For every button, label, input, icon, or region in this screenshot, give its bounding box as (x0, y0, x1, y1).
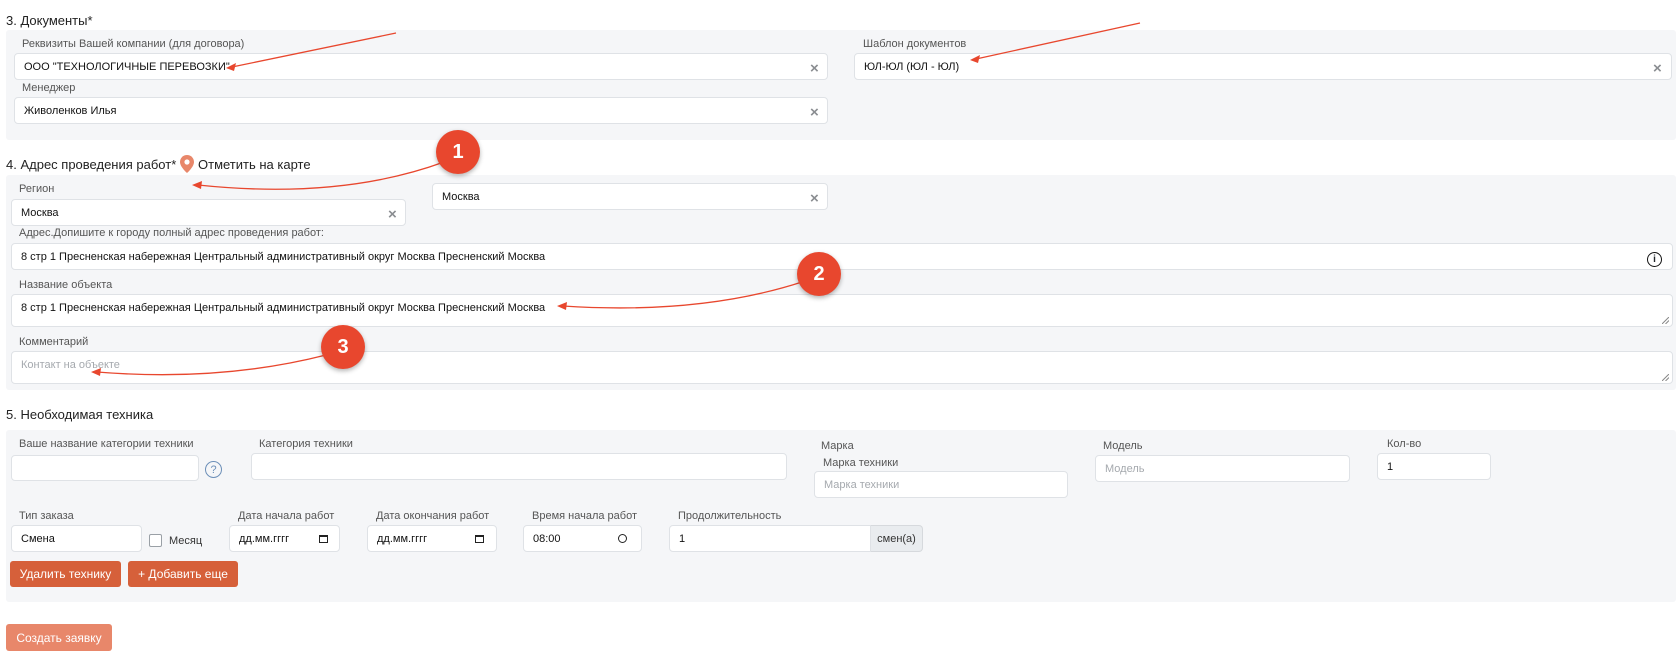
duration-unit: смен(а) (871, 525, 923, 552)
brand-sublabel: Марка техники (823, 457, 899, 469)
address-label: Адрес.Допишите к городу полный адрес про… (19, 227, 324, 239)
custom-category-field[interactable] (11, 455, 199, 481)
qty-label: Кол-во (1387, 438, 1422, 450)
delete-equipment-button[interactable]: Удалить технику (10, 561, 121, 587)
section-equipment-title: 5. Необходимая техника (6, 407, 154, 422)
month-checkbox[interactable] (149, 534, 162, 547)
qty-field[interactable]: 1 (1377, 453, 1491, 480)
start-date-label: Дата начала работ (238, 510, 335, 522)
custom-category-label: Ваше название категории техники (19, 438, 194, 450)
brand-field[interactable]: Марка техники (814, 471, 1068, 498)
info-icon[interactable]: i (1647, 252, 1662, 267)
manager-clear-icon[interactable]: × (810, 105, 819, 120)
comment-resize-icon[interactable] (1662, 374, 1669, 381)
brand-label: Марка (821, 440, 854, 452)
duration-label: Продолжительность (678, 510, 782, 522)
map-pin-icon[interactable] (180, 155, 194, 173)
region-field[interactable]: Москва (11, 199, 406, 226)
manager-label: Менеджер (22, 82, 76, 94)
template-clear-icon[interactable]: × (1653, 61, 1662, 76)
section-address-title: 4. Адрес проведения работ* (6, 157, 177, 172)
clock-icon[interactable] (618, 534, 627, 543)
company-label: Реквизиты Вашей компании (для договора) (22, 38, 245, 50)
template-field[interactable]: ЮЛ-ЮЛ (ЮЛ - ЮЛ) (854, 53, 1672, 80)
city-field[interactable]: Москва (432, 183, 828, 210)
order-type-field[interactable]: Смена (11, 525, 142, 552)
object-label: Название объекта (19, 279, 113, 291)
comment-label: Комментарий (19, 336, 89, 348)
category-label: Категория техники (259, 438, 353, 450)
comment-field[interactable]: Контакт на объекте (11, 351, 1673, 384)
section-documents-title: 3. Документы* (6, 13, 93, 28)
end-calendar-icon[interactable] (475, 535, 484, 543)
city-clear-icon[interactable]: × (810, 191, 819, 206)
month-label: Месяц (169, 535, 203, 547)
object-field[interactable]: 8 стр 1 Пресненская набережная Центральн… (11, 294, 1673, 327)
end-date-label: Дата окончания работ (376, 510, 490, 522)
model-label: Модель (1103, 440, 1143, 452)
manager-field[interactable]: Живоленков Илья (14, 97, 828, 124)
create-request-button[interactable]: Создать заявку (6, 624, 112, 651)
object-resize-icon[interactable] (1662, 317, 1669, 324)
template-label: Шаблон документов (863, 38, 967, 50)
start-calendar-icon[interactable] (319, 535, 328, 543)
order-type-label: Тип заказа (19, 510, 74, 522)
map-link[interactable]: Отметить на карте (198, 157, 311, 172)
category-field[interactable] (251, 453, 787, 480)
help-icon[interactable]: ? (205, 461, 222, 478)
address-field[interactable]: 8 стр 1 Пресненская набережная Центральн… (11, 243, 1673, 270)
annotation-badge-2: 2 (797, 252, 841, 296)
duration-field[interactable]: 1 (669, 525, 871, 552)
region-label: Регион (19, 183, 55, 195)
company-field[interactable]: ООО "ТЕХНОЛОГИЧНЫЕ ПЕРЕВОЗКИ" (14, 53, 828, 80)
region-clear-icon[interactable]: × (388, 207, 397, 222)
annotation-badge-3: 3 (321, 325, 365, 369)
start-time-label: Время начала работ (532, 510, 637, 522)
model-field[interactable]: Модель (1095, 455, 1350, 482)
company-clear-icon[interactable]: × (810, 61, 819, 76)
add-equipment-button[interactable]: + Добавить еще (128, 561, 238, 587)
annotation-badge-1: 1 (436, 130, 480, 174)
